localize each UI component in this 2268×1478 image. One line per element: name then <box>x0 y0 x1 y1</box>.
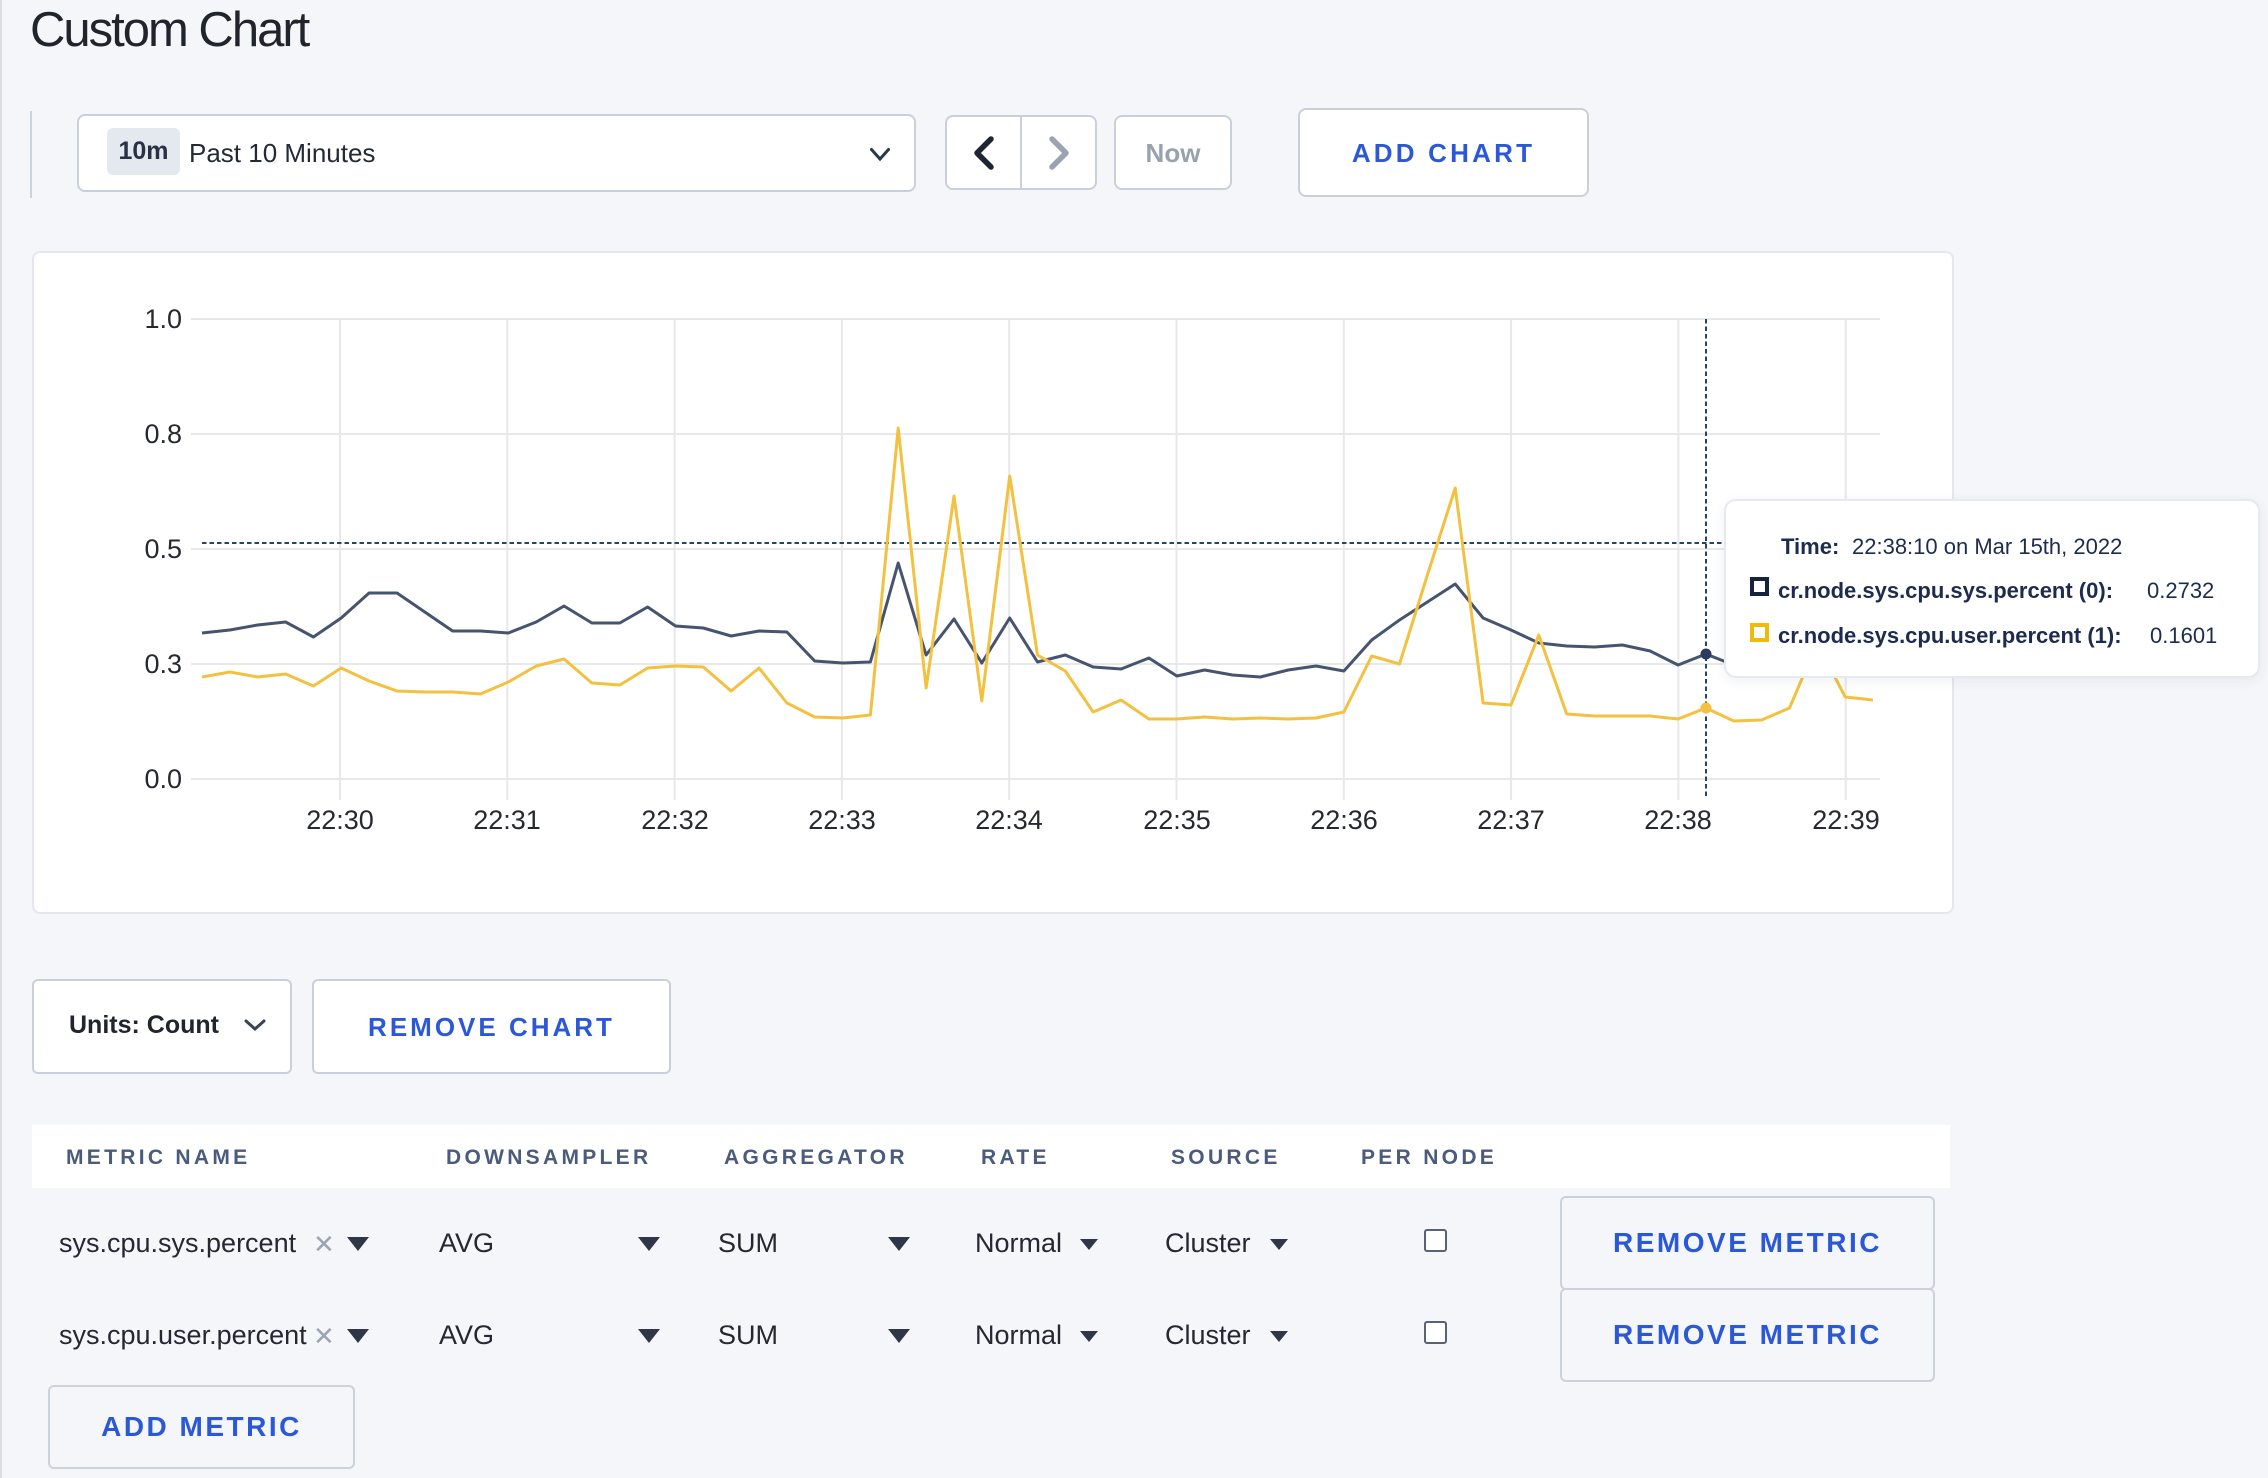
svg-text:22:33: 22:33 <box>808 805 876 835</box>
svg-text:0.8: 0.8 <box>144 419 182 449</box>
svg-text:22:31: 22:31 <box>473 805 541 835</box>
svg-text:22:30: 22:30 <box>306 805 374 835</box>
svg-text:22:37: 22:37 <box>1477 805 1545 835</box>
svg-text:22:38: 22:38 <box>1644 805 1712 835</box>
svg-text:22:32: 22:32 <box>641 805 709 835</box>
svg-text:22:34: 22:34 <box>975 805 1043 835</box>
svg-text:0.0: 0.0 <box>144 764 182 794</box>
svg-text:22:35: 22:35 <box>1143 805 1211 835</box>
svg-text:0.3: 0.3 <box>144 649 182 679</box>
svg-text:0.5: 0.5 <box>144 534 182 564</box>
svg-text:22:39: 22:39 <box>1812 805 1880 835</box>
svg-text:1.0: 1.0 <box>144 304 182 334</box>
svg-text:22:36: 22:36 <box>1310 805 1378 835</box>
